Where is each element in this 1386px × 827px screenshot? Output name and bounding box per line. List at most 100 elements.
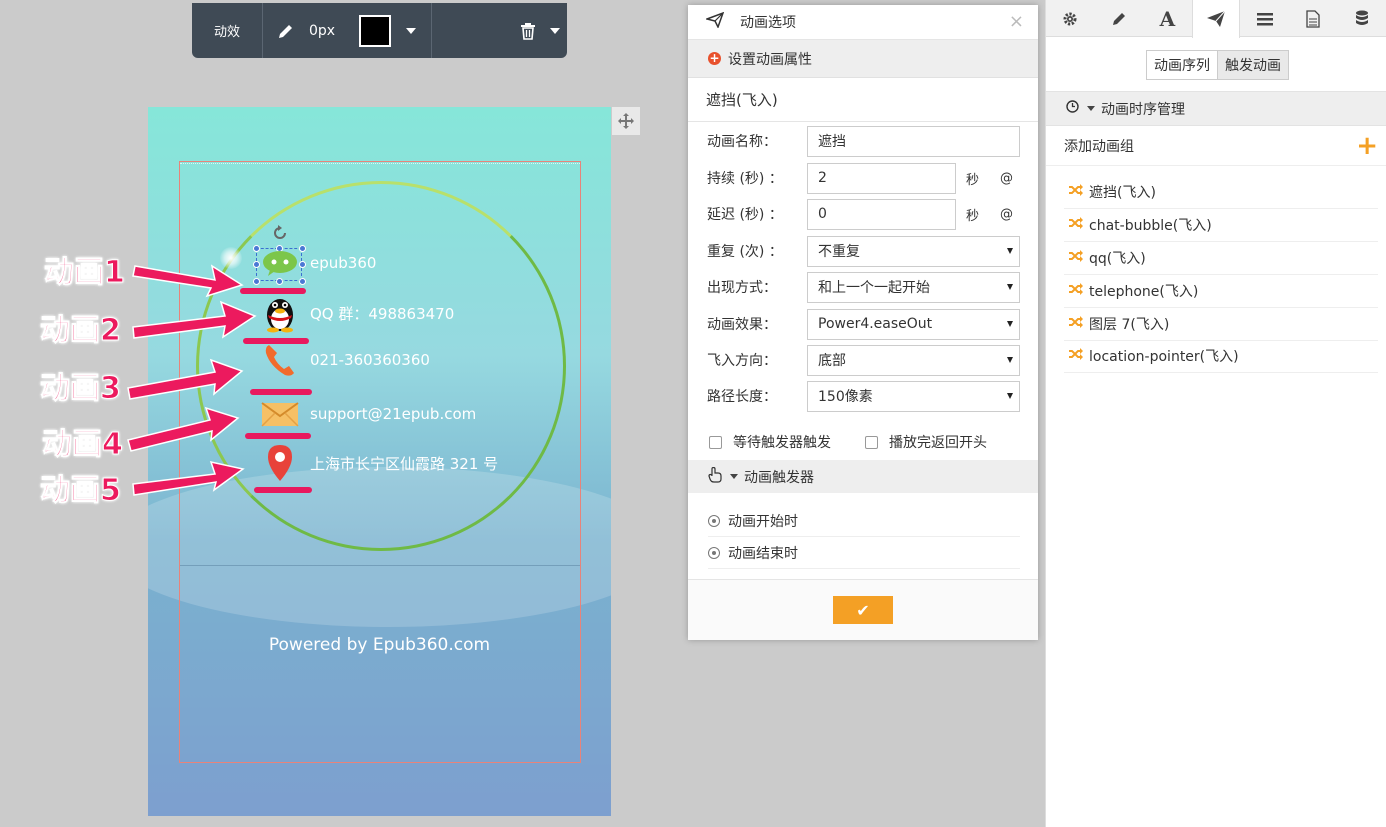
page-document-icon[interactable]: [1289, 0, 1338, 37]
color-dropdown-caret-icon[interactable]: [391, 27, 431, 34]
contact-row-qq: QQ 群：498863470: [258, 293, 454, 333]
trash-icon[interactable]: [513, 22, 543, 40]
form-row-appear: 出现方式： 和上一个一起开始: [688, 271, 1038, 303]
radio-icon: [708, 514, 720, 527]
location-pin-icon[interactable]: [258, 443, 302, 483]
appear-label: 出现方式：: [707, 280, 777, 296]
mail-icon[interactable]: [258, 394, 302, 434]
form-row-path-length: 路径长度： 150像素: [688, 380, 1038, 412]
form-row-repeat: 重复 (次) ： 不重复: [688, 235, 1038, 267]
chevron-down-icon: [1007, 248, 1013, 254]
animation-item-label: chat-bubble(飞入): [1089, 218, 1212, 234]
radio-icon: [708, 546, 720, 559]
animation-item-label: 遮挡(飞入): [1089, 185, 1156, 201]
shuffle-icon: [1069, 283, 1083, 299]
animation-item-label: 图层 7(飞入): [1089, 317, 1170, 333]
dialog-title: 动画选项: [740, 15, 796, 31]
trigger-section-title: 动画触发器: [744, 469, 814, 486]
annotation-label-3: 动画3: [40, 371, 122, 407]
appear-value: 和上一个一起开始: [818, 280, 930, 296]
toolbar-divider: [431, 3, 432, 58]
direction-select[interactable]: 底部: [807, 344, 1020, 376]
text-font-icon[interactable]: A: [1143, 0, 1192, 37]
repeat-label: 重复 (次) ：: [707, 244, 783, 260]
trigger-label: 动画开始时: [728, 513, 798, 530]
add-group-label: 添加动画组: [1064, 139, 1134, 155]
form-row-name: 动画名称： 遮挡: [688, 125, 1038, 157]
contact-row-phone: 021-360360360: [258, 340, 430, 380]
form-row-direction: 飞入方向： 底部: [688, 344, 1038, 376]
database-icon[interactable]: [1337, 0, 1386, 37]
timeline-title: 动画时序管理: [1101, 101, 1185, 118]
form-row-delay: 延迟 (秒) ： 0 秒 @: [688, 198, 1038, 230]
list-lines-icon[interactable]: [1240, 0, 1289, 37]
caret-down-icon: [730, 474, 738, 479]
hand-pointer-icon: [708, 466, 722, 487]
animation-list-item[interactable]: telephone(飞入): [1064, 275, 1378, 308]
clock-icon: [1066, 100, 1079, 117]
appear-select[interactable]: 和上一个一起开始: [807, 271, 1020, 303]
shuffle-icon: [1069, 316, 1083, 332]
animation-list-item[interactable]: location-pointer(飞入): [1064, 340, 1378, 373]
move-icon[interactable]: [612, 107, 640, 135]
color-swatch[interactable]: [359, 14, 391, 47]
chevron-down-icon: [1007, 284, 1013, 290]
effect-label: 动画效果：: [707, 317, 777, 333]
annotation-arrows: [127, 264, 257, 496]
add-animation-group-row[interactable]: 添加动画组 +: [1046, 127, 1386, 166]
at-symbol[interactable]: @: [1000, 207, 1013, 222]
name-input[interactable]: 遮挡: [807, 125, 1020, 157]
contact-qq-text: QQ 群：498863470: [310, 304, 455, 323]
phone-icon[interactable]: [258, 340, 302, 380]
trigger-on-start[interactable]: 动画开始时: [708, 505, 1020, 537]
wait-trigger-checkbox[interactable]: [709, 435, 722, 449]
animation-list-item[interactable]: 遮挡(飞入): [1064, 176, 1378, 209]
chevron-down-icon: [1007, 357, 1013, 363]
delete-dropdown-caret-icon[interactable]: [543, 27, 567, 34]
duration-input[interactable]: 2: [807, 162, 956, 194]
repeat-select[interactable]: 不重复: [807, 235, 1020, 267]
pencil-icon[interactable]: [263, 22, 309, 40]
delay-label: 延迟 (秒) ：: [707, 207, 783, 223]
contact-row-address: 上海市长宁区仙霞路 321 号: [258, 443, 498, 483]
qq-penguin-icon[interactable]: [258, 293, 302, 333]
tab-animation-sequence[interactable]: 动画序列: [1147, 51, 1217, 79]
direction-label: 飞入方向：: [707, 353, 777, 369]
close-icon[interactable]: ×: [1009, 11, 1024, 32]
delay-input[interactable]: 0: [807, 198, 956, 230]
animation-list-item[interactable]: chat-bubble(飞入): [1064, 209, 1378, 242]
animation-paper-plane-icon[interactable]: [1191, 0, 1241, 38]
plus-circle-icon: +: [708, 51, 721, 65]
contact-wechat-text: epub360: [310, 254, 377, 272]
tab-trigger-animation[interactable]: 触发动画: [1217, 51, 1288, 79]
effect-value: Power4.easeOut: [818, 316, 933, 332]
add-plus-icon[interactable]: +: [1356, 133, 1378, 159]
path-length-select[interactable]: 150像素: [807, 380, 1020, 412]
animation-list-item[interactable]: qq(飞入): [1064, 242, 1378, 275]
paper-plane-icon: [704, 11, 725, 32]
section-animation-trigger[interactable]: 动画触发器: [688, 460, 1038, 493]
trigger-on-end[interactable]: 动画结束时: [708, 537, 1020, 569]
return-start-label: 播放完返回开头: [889, 435, 987, 451]
shuffle-icon: [1069, 184, 1083, 200]
wait-trigger-label: 等待触发器触发: [733, 435, 831, 451]
dialog-footer: ✔: [688, 579, 1038, 640]
return-start-checkbox[interactable]: [865, 435, 878, 449]
confirm-button[interactable]: ✔: [833, 596, 893, 624]
options-checkboxes: 等待触发器触发 播放完返回开头: [688, 427, 1038, 457]
effect-select[interactable]: Power4.easeOut: [807, 308, 1020, 340]
caret-down-icon: [1087, 106, 1095, 111]
form-row-effect: 动画效果： Power4.easeOut: [688, 308, 1038, 340]
shuffle-icon: [1069, 250, 1083, 266]
section-animation-properties[interactable]: + 设置动画属性: [688, 40, 1038, 78]
sequence-trigger-switch: 动画序列 触发动画: [1146, 50, 1289, 80]
pencil-icon[interactable]: [1095, 0, 1144, 37]
wechat-icon[interactable]: [258, 243, 302, 283]
path-length-label: 路径长度：: [707, 389, 777, 405]
section-title: 设置动画属性: [728, 51, 812, 68]
at-symbol[interactable]: @: [1000, 171, 1013, 186]
animation-list-item[interactable]: 图层 7(飞入): [1064, 308, 1378, 341]
stroke-width-value[interactable]: 0px: [309, 23, 359, 39]
settings-gear-icon[interactable]: [1046, 0, 1095, 37]
timeline-management-header[interactable]: 动画时序管理: [1046, 91, 1386, 126]
